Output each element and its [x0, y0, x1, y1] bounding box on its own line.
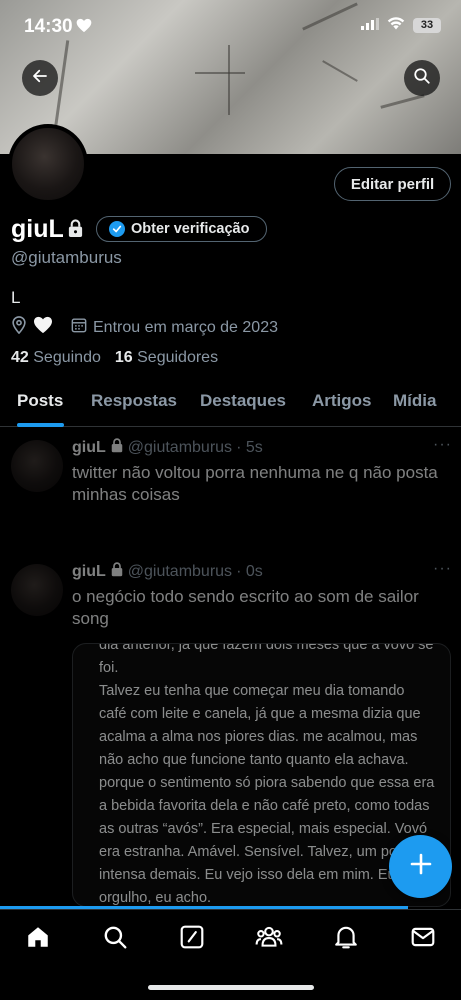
followers-label: Seguidores: [137, 349, 219, 366]
post-author-handle: @giutamburus: [127, 439, 233, 456]
status-bar: 14:30 33: [0, 0, 461, 56]
compose-icon[interactable]: [177, 922, 207, 952]
post-header: giuL @giutamburus · 0s: [72, 562, 263, 582]
media-text: dia anterior, já que fazem dois meses qu…: [99, 643, 435, 906]
post-time: · 0s: [236, 563, 263, 580]
lock-icon: [110, 562, 124, 582]
heart-status-icon: [76, 18, 92, 38]
following-label: Seguindo: [33, 349, 101, 366]
post-author-handle: @giutamburus: [127, 563, 233, 580]
followers-count: 16: [114, 349, 133, 366]
home-icon[interactable]: [23, 922, 53, 952]
profile-meta: Entrou em março de 2023: [11, 316, 278, 339]
location-icon: [11, 316, 27, 339]
profile-name: giuL: [11, 215, 64, 243]
more-options-icon[interactable]: ···: [433, 436, 452, 454]
active-tab-indicator: [17, 423, 64, 427]
home-indicator: [148, 985, 314, 990]
status-icons: 33: [361, 17, 441, 33]
follow-stats: 42 Seguindo 16 Seguidores: [11, 349, 218, 367]
get-verified-button[interactable]: Obter verificação: [96, 216, 267, 242]
profile-bio: L: [11, 288, 21, 307]
post-author-name: giuL: [72, 563, 106, 580]
post-item[interactable]: giuL @giutamburus · 5s ··· twitter não v…: [0, 428, 461, 548]
post-avatar[interactable]: [11, 440, 63, 492]
communities-icon[interactable]: [254, 922, 284, 952]
profile-handle: @giutamburus: [11, 248, 122, 267]
search-button[interactable]: [404, 60, 440, 96]
following-count: 42: [11, 349, 29, 366]
tab-media[interactable]: Mídia: [393, 391, 436, 411]
get-verified-label: Obter verificação: [131, 221, 250, 237]
signal-icon: [361, 17, 379, 33]
plus-icon: [409, 852, 433, 881]
compose-fab-button[interactable]: [389, 835, 452, 898]
mail-icon[interactable]: [408, 922, 438, 952]
tab-replies[interactable]: Respostas: [91, 391, 177, 411]
heart-icon: [33, 316, 53, 339]
post-header: giuL @giutamburus · 5s: [72, 438, 263, 458]
status-time: 14:30: [24, 16, 73, 37]
tab-articles[interactable]: Artigos: [312, 391, 372, 411]
battery-indicator: 33: [413, 17, 441, 33]
following-link[interactable]: 42 Seguindo: [11, 349, 101, 367]
calendar-icon: [71, 317, 87, 338]
lock-icon: [67, 219, 84, 243]
post-avatar[interactable]: [11, 564, 63, 616]
profile-avatar[interactable]: [8, 124, 88, 204]
post-text: twitter não voltou porra nenhuma ne q nã…: [72, 463, 438, 504]
bell-icon[interactable]: [331, 922, 361, 952]
back-button[interactable]: [22, 60, 58, 96]
more-options-icon[interactable]: ···: [433, 560, 452, 578]
search-icon: [413, 67, 431, 90]
followers-link[interactable]: 16 Seguidores: [115, 349, 218, 367]
post-text: o negócio todo sendo escrito ao som de s…: [72, 587, 419, 628]
back-arrow-icon: [31, 67, 49, 90]
joined-date: Entrou em março de 2023: [93, 318, 278, 336]
search-nav-icon[interactable]: [100, 922, 130, 952]
wifi-icon: [387, 17, 405, 33]
tab-highlights[interactable]: Destaques: [200, 391, 286, 411]
post-author-name: giuL: [72, 439, 106, 456]
lock-icon: [110, 438, 124, 458]
post-time: · 5s: [236, 439, 263, 456]
verified-badge-icon: [109, 221, 125, 237]
profile-tabs: Posts Respostas Destaques Artigos Mídia: [0, 389, 461, 427]
tab-posts[interactable]: Posts: [17, 391, 63, 411]
edit-profile-button[interactable]: Editar perfil: [334, 167, 451, 201]
